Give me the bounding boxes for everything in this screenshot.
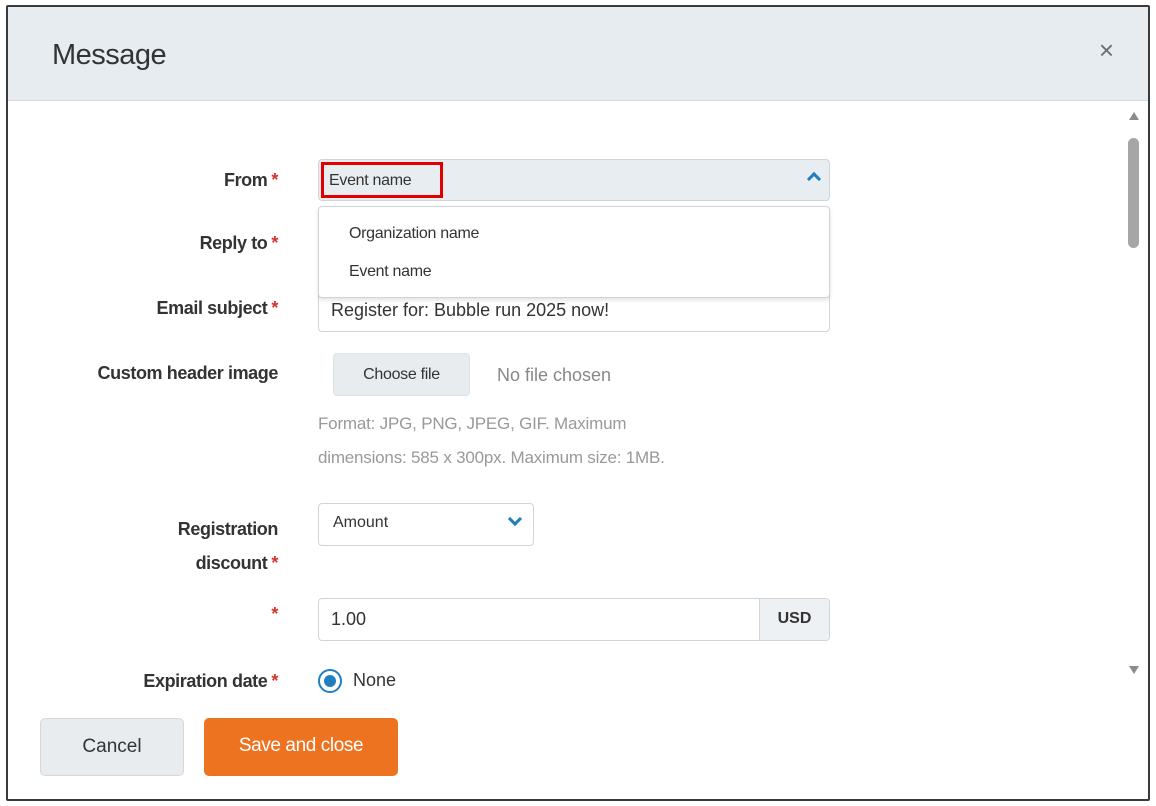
custom-header-image-label: Custom header image xyxy=(97,363,279,383)
email-subject-label: Email subject * xyxy=(156,298,279,318)
scroll-down-arrow-icon[interactable] xyxy=(1129,666,1139,674)
registration-discount-label: Registration discount * xyxy=(177,519,279,573)
file-format-help: Format: JPG, PNG, JPEG, GIF. Maximum dim… xyxy=(318,407,818,475)
scroll-thumb[interactable] xyxy=(1128,138,1139,248)
message-modal: Message × From * Event name Reply to * Org… xyxy=(6,5,1150,801)
from-dropdown-list: Organization name Event name xyxy=(318,206,830,298)
expiration-date-label: Expiration date * xyxy=(143,671,278,691)
chevron-down-icon xyxy=(507,511,523,527)
expiration-none-radio[interactable] xyxy=(318,669,342,693)
from-select[interactable]: Event name xyxy=(318,159,830,201)
dropdown-option-event-name[interactable]: Event name xyxy=(349,263,432,281)
close-icon[interactable]: × xyxy=(1099,37,1114,63)
file-help-line-1: Format: JPG, PNG, JPEG, GIF. Maximum xyxy=(318,414,627,433)
from-selected-value: Event name xyxy=(321,162,443,198)
file-status-text: No file chosen xyxy=(497,365,612,385)
radio-selected-dot xyxy=(324,675,336,687)
dropdown-option-organization-name[interactable]: Organization name xyxy=(349,225,479,243)
required-asterisk: * xyxy=(271,553,278,573)
required-asterisk: * xyxy=(271,170,278,190)
save-and-close-button[interactable]: Save and close xyxy=(204,718,398,776)
required-asterisk: * xyxy=(271,604,278,624)
cancel-button[interactable]: Cancel xyxy=(40,718,184,776)
discount-type-select[interactable]: Amount xyxy=(318,503,534,546)
chevron-up-icon xyxy=(806,171,822,187)
modal-title: Message xyxy=(52,39,167,71)
discount-amount-input[interactable]: 1.00 USD xyxy=(318,598,830,641)
expiration-none-label[interactable]: None xyxy=(353,670,396,691)
modal-header: Message × xyxy=(8,7,1148,101)
from-label: From * xyxy=(223,170,278,190)
file-help-line-2: dimensions: 585 x 300px. Maximum size: 1… xyxy=(318,448,665,467)
vertical-scrollbar[interactable] xyxy=(1118,102,1148,697)
scroll-up-arrow-icon[interactable] xyxy=(1129,112,1139,120)
discount-value-label: * xyxy=(8,604,278,625)
choose-file-button[interactable]: Choose file xyxy=(333,353,470,396)
reply-to-label: Reply to * xyxy=(199,233,279,253)
currency-addon: USD xyxy=(759,599,829,640)
required-asterisk: * xyxy=(271,671,278,691)
discount-type-value: Amount xyxy=(333,514,389,531)
required-asterisk: * xyxy=(271,233,278,253)
required-asterisk: * xyxy=(271,298,278,318)
discount-amount-value: 1.00 xyxy=(331,609,367,629)
